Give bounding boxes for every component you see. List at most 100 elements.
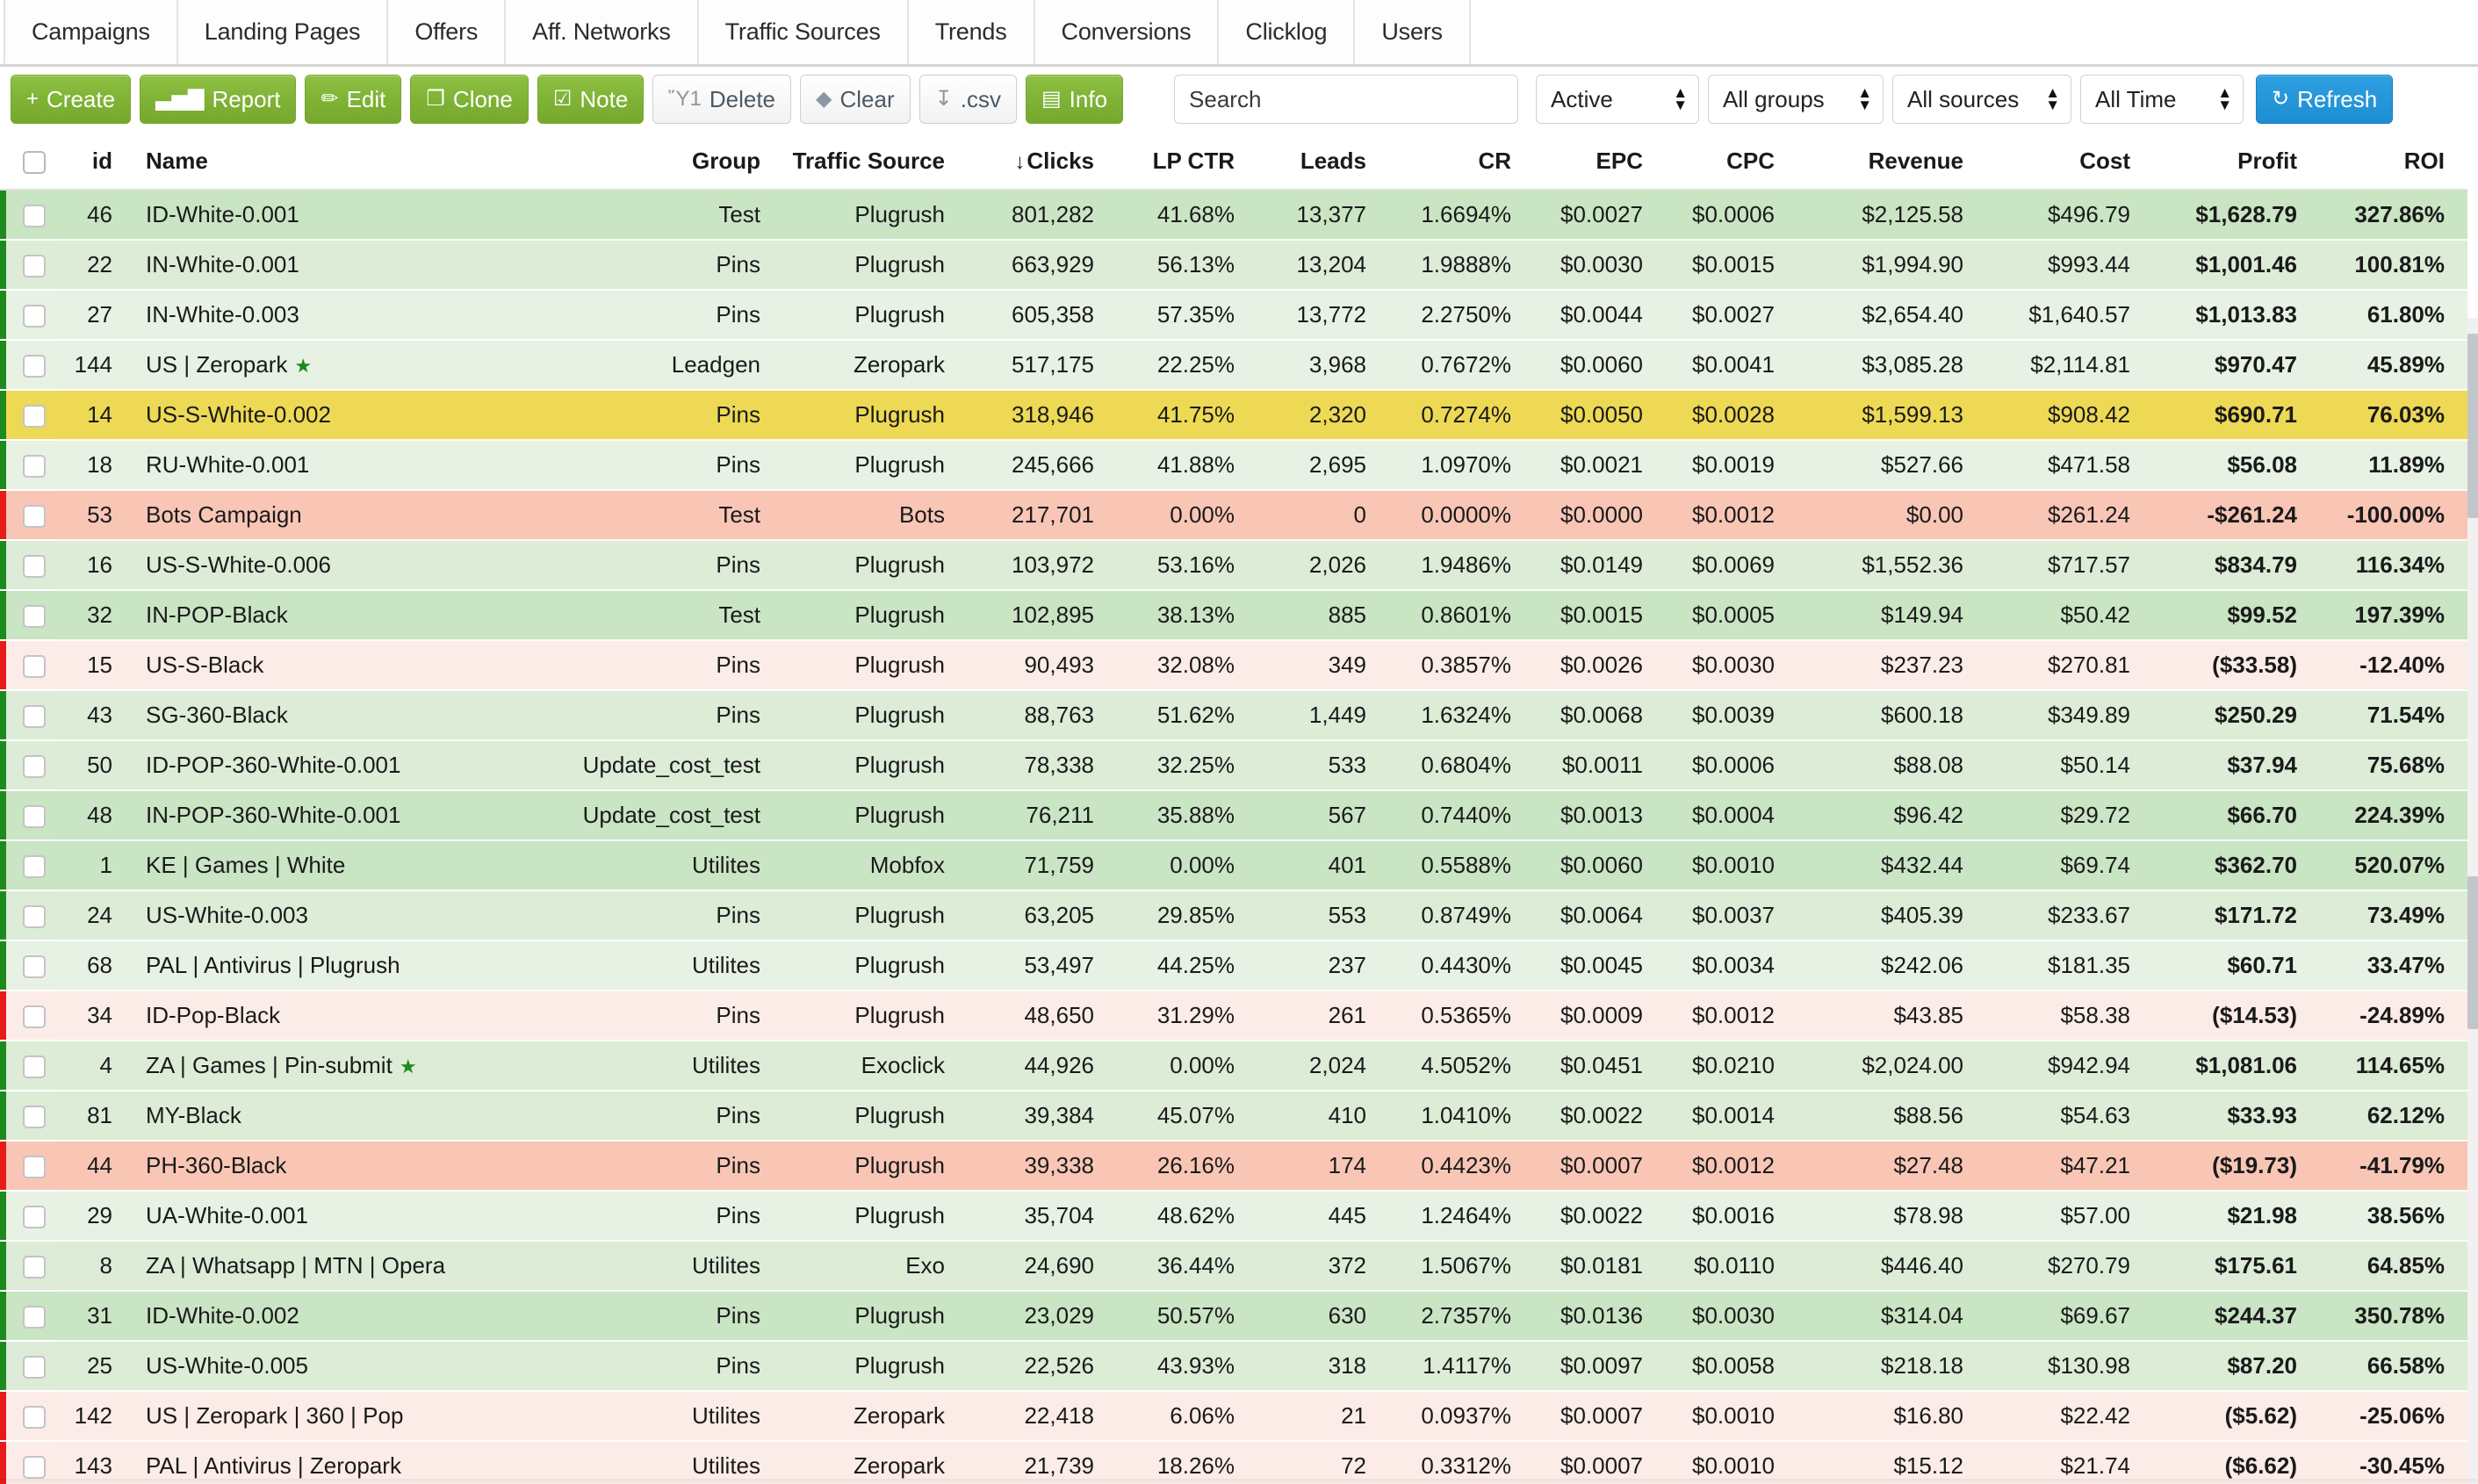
cell-name[interactable]: ID-POP-360-White-0.001 bbox=[125, 740, 562, 790]
table-row[interactable]: 16US-S-White-0.006PinsPlugrush103,97253.… bbox=[0, 540, 2467, 590]
cell-name[interactable]: ID-White-0.002 bbox=[125, 1291, 562, 1341]
row-select-cell[interactable] bbox=[0, 991, 56, 1041]
table-row[interactable]: 22IN-White-0.001PinsPlugrush663,92956.13… bbox=[0, 240, 2467, 290]
table-row[interactable]: 81MY-BlackPinsPlugrush39,38445.07%4101.0… bbox=[0, 1091, 2467, 1141]
table-row[interactable]: 48IN-POP-360-White-0.001Update_cost_test… bbox=[0, 790, 2467, 840]
row-checkbox[interactable] bbox=[23, 505, 46, 528]
header-lp-ctr[interactable]: LP CTR bbox=[1106, 135, 1247, 190]
header-name[interactable]: Name bbox=[125, 135, 562, 190]
header-roi[interactable]: ROI bbox=[2309, 135, 2467, 190]
table-row[interactable]: 142US | Zeropark | 360 | PopUtilitesZero… bbox=[0, 1391, 2467, 1441]
table-row[interactable]: 46ID-White-0.001TestPlugrush801,28241.68… bbox=[0, 190, 2467, 240]
time-filter[interactable]: All Time▲▼ bbox=[2080, 75, 2244, 124]
row-checkbox[interactable] bbox=[23, 1055, 46, 1078]
cell-name[interactable]: US-White-0.005 bbox=[125, 1341, 562, 1391]
delete-button[interactable]: Ὕ1Delete bbox=[652, 75, 791, 124]
table-row[interactable]: 144US | Zeropark★LeadgenZeropark517,1752… bbox=[0, 340, 2467, 390]
nav-tab-clicklog[interactable]: Clicklog bbox=[1217, 0, 1355, 64]
table-row[interactable]: 15US-S-BlackPinsPlugrush90,49332.08%3490… bbox=[0, 640, 2467, 690]
cell-name[interactable]: US | Zeropark★ bbox=[125, 340, 562, 390]
cell-name[interactable]: ID-Pop-Black bbox=[125, 991, 562, 1041]
cell-name[interactable]: US-S-Black bbox=[125, 640, 562, 690]
cell-name[interactable]: KE | Games | White bbox=[125, 840, 562, 890]
table-row[interactable]: 29UA-White-0.001PinsPlugrush35,70448.62%… bbox=[0, 1191, 2467, 1241]
row-checkbox[interactable] bbox=[23, 705, 46, 728]
row-checkbox[interactable] bbox=[23, 255, 46, 277]
cell-name[interactable]: SG-360-Black bbox=[125, 690, 562, 740]
nav-tab-aff-networks[interactable]: Aff. Networks bbox=[504, 0, 698, 64]
row-select-cell[interactable] bbox=[0, 190, 56, 240]
header-cr[interactable]: CR bbox=[1379, 135, 1524, 190]
table-row[interactable]: 18RU-White-0.001PinsPlugrush245,66641.88… bbox=[0, 440, 2467, 490]
cell-name[interactable]: US-S-White-0.006 bbox=[125, 540, 562, 590]
header-group[interactable]: Group bbox=[562, 135, 773, 190]
source-filter[interactable]: All sources▲▼ bbox=[1892, 75, 2071, 124]
row-select-cell[interactable] bbox=[0, 690, 56, 740]
cell-name[interactable]: IN-POP-Black bbox=[125, 590, 562, 640]
cell-name[interactable]: UA-White-0.001 bbox=[125, 1191, 562, 1241]
row-select-cell[interactable] bbox=[0, 1141, 56, 1191]
scrollbar-thumb-secondary[interactable] bbox=[2467, 876, 2478, 1029]
table-row[interactable]: 32IN-POP-BlackTestPlugrush102,89538.13%8… bbox=[0, 590, 2467, 640]
nav-tab-landing-pages[interactable]: Landing Pages bbox=[176, 0, 389, 64]
header-profit[interactable]: Profit bbox=[2143, 135, 2309, 190]
header-leads[interactable]: Leads bbox=[1247, 135, 1379, 190]
cell-name[interactable]: ID-White-0.001 bbox=[125, 190, 562, 240]
cell-name[interactable]: IN-POP-360-White-0.001 bbox=[125, 790, 562, 840]
info-button[interactable]: ▤Info bbox=[1026, 75, 1123, 124]
cell-name[interactable]: RU-White-0.001 bbox=[125, 440, 562, 490]
header-revenue[interactable]: Revenue bbox=[1787, 135, 1976, 190]
row-select-cell[interactable] bbox=[0, 490, 56, 540]
row-select-cell[interactable] bbox=[0, 1341, 56, 1391]
nav-tab-campaigns[interactable]: Campaigns bbox=[4, 0, 178, 64]
table-row[interactable]: 4ZA | Games | Pin-submit★UtilitesExoclic… bbox=[0, 1041, 2467, 1091]
row-select-cell[interactable] bbox=[0, 340, 56, 390]
row-select-cell[interactable] bbox=[0, 890, 56, 940]
table-row[interactable]: 31ID-White-0.002PinsPlugrush23,02950.57%… bbox=[0, 1291, 2467, 1341]
clear-button[interactable]: ◆Clear bbox=[800, 75, 911, 124]
header-id[interactable]: id bbox=[56, 135, 125, 190]
row-checkbox[interactable] bbox=[23, 755, 46, 778]
row-checkbox[interactable] bbox=[23, 955, 46, 978]
cell-name[interactable]: MY-Black bbox=[125, 1091, 562, 1141]
row-checkbox[interactable] bbox=[23, 1356, 46, 1379]
table-row[interactable]: 34ID-Pop-BlackPinsPlugrush48,65031.29%26… bbox=[0, 991, 2467, 1041]
nav-tab-offers[interactable]: Offers bbox=[386, 0, 506, 64]
row-select-cell[interactable] bbox=[0, 790, 56, 840]
scrollbar-thumb[interactable] bbox=[2467, 334, 2478, 518]
header-cost[interactable]: Cost bbox=[1976, 135, 2143, 190]
clone-button[interactable]: ❐Clone bbox=[410, 75, 528, 124]
row-checkbox[interactable] bbox=[23, 1256, 46, 1279]
cell-name[interactable]: IN-White-0.003 bbox=[125, 290, 562, 340]
row-checkbox[interactable] bbox=[23, 355, 46, 378]
row-checkbox[interactable] bbox=[23, 605, 46, 628]
note-button[interactable]: ☑Note bbox=[537, 75, 644, 124]
nav-tab-users[interactable]: Users bbox=[1353, 0, 1471, 64]
row-select-cell[interactable] bbox=[0, 1391, 56, 1441]
row-checkbox[interactable] bbox=[23, 1106, 46, 1128]
row-checkbox[interactable] bbox=[23, 555, 46, 578]
table-row[interactable]: 25US-White-0.005PinsPlugrush22,52643.93%… bbox=[0, 1341, 2467, 1391]
table-row[interactable]: 1KE | Games | WhiteUtilitesMobfox71,7590… bbox=[0, 840, 2467, 890]
row-checkbox[interactable] bbox=[23, 855, 46, 878]
row-select-cell[interactable] bbox=[0, 1191, 56, 1241]
favorite-star-icon[interactable]: ★ bbox=[400, 1055, 417, 1077]
csv-button[interactable]: ↧.csv bbox=[919, 75, 1017, 124]
row-checkbox[interactable] bbox=[23, 1306, 46, 1329]
header-clicks[interactable]: ↓Clicks bbox=[957, 135, 1106, 190]
cell-name[interactable]: IN-White-0.001 bbox=[125, 240, 562, 290]
vertical-scrollbar[interactable] bbox=[2467, 318, 2478, 1484]
cell-name[interactable]: US | Zeropark | 360 | Pop bbox=[125, 1391, 562, 1441]
row-select-cell[interactable] bbox=[0, 1241, 56, 1291]
row-select-cell[interactable] bbox=[0, 840, 56, 890]
row-checkbox[interactable] bbox=[23, 1456, 46, 1479]
header-traffic-source[interactable]: Traffic Source bbox=[773, 135, 957, 190]
table-row[interactable]: 143PAL | Antivirus | ZeroparkUtilitesZer… bbox=[0, 1441, 2467, 1484]
row-checkbox[interactable] bbox=[23, 1156, 46, 1178]
row-select-cell[interactable] bbox=[0, 440, 56, 490]
header-cpc[interactable]: CPC bbox=[1655, 135, 1787, 190]
cell-name[interactable]: ZA | Whatsapp | MTN | Opera bbox=[125, 1241, 562, 1291]
row-select-cell[interactable] bbox=[0, 240, 56, 290]
favorite-star-icon[interactable]: ★ bbox=[294, 355, 312, 377]
refresh-button[interactable]: ↻ Refresh bbox=[2256, 75, 2393, 124]
